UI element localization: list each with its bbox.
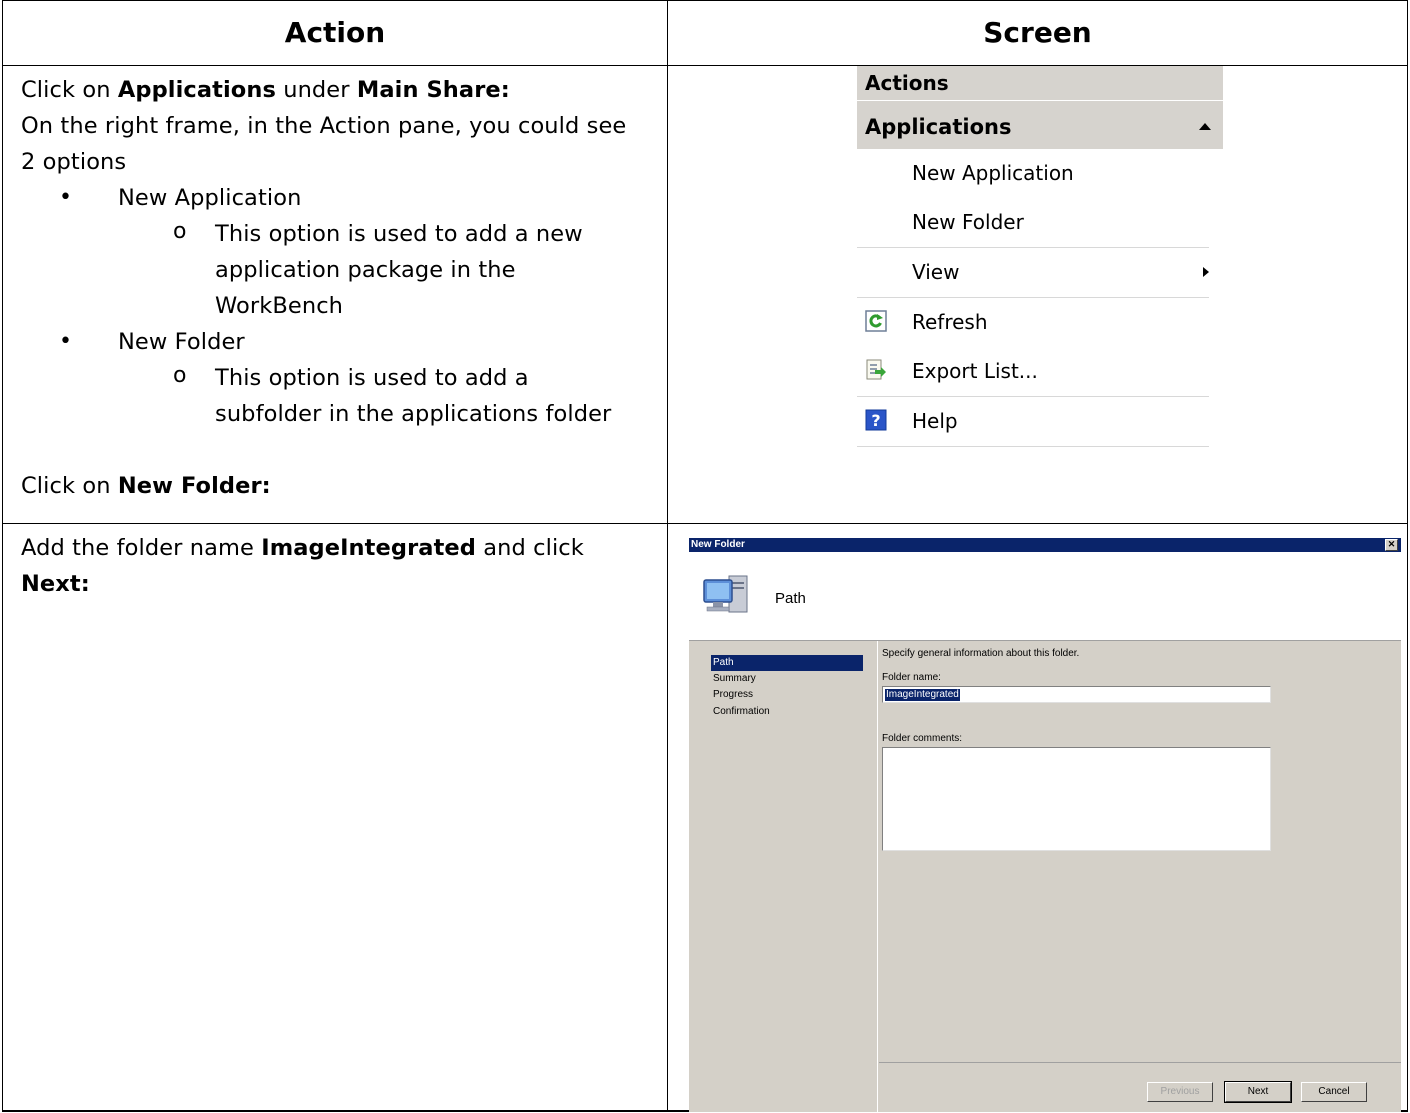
sub-bullet-text: This option is used to add a [215, 365, 529, 391]
action-label: New Folder [912, 210, 1024, 234]
action-label: View [912, 260, 960, 284]
row1-line2: On the right frame, in the Action pane, … [21, 113, 627, 139]
help-icon: ? [865, 409, 887, 431]
row1-action-cell: Click on Applications under Main Share: … [2, 65, 668, 524]
dialog-header: Path [689, 552, 1401, 641]
bullet-text: New Application [118, 185, 302, 211]
header-action: Action [2, 0, 668, 66]
text: and click [476, 535, 584, 561]
header-screen: Screen [667, 0, 1408, 66]
dialog-title: New Folder [691, 539, 745, 550]
bullet-icon: • [59, 329, 73, 354]
wizard-buttons: Previous Next Cancel [879, 1062, 1401, 1112]
action-label: Help [912, 409, 958, 433]
actions-header: Actions [857, 66, 1223, 101]
bullet-new-folder: • New Folder [21, 324, 667, 360]
row1-click-line: Click on New Folder: [21, 468, 667, 504]
row2-action-cell: Add the folder name ImageIntegrated and … [2, 523, 668, 1112]
collapse-arrow-icon[interactable] [1199, 123, 1211, 130]
previous-button[interactable]: Previous [1147, 1082, 1213, 1102]
action-new-application[interactable]: New Application [857, 149, 1209, 198]
bold-main-share: Main Share: [356, 77, 510, 103]
intro-text: Specify general information about this f… [882, 648, 1080, 659]
nav-confirmation[interactable]: Confirmation [713, 704, 770, 720]
bullet-icon: • [59, 185, 73, 210]
submenu-arrow-icon [1203, 267, 1209, 277]
folder-name-value: ImageIntegrated [885, 689, 960, 701]
folder-name-input[interactable]: ImageIntegrated [882, 686, 1271, 703]
cancel-button[interactable]: Cancel [1301, 1082, 1367, 1102]
row2-line2: Next: [21, 566, 667, 602]
nav-path[interactable]: Path [711, 655, 863, 671]
section-label: Applications [865, 115, 1012, 139]
action-label: Export List... [912, 359, 1038, 383]
wizard-nav: Path Summary Progress Confirmation [689, 641, 878, 1112]
action-view[interactable]: View [857, 248, 1209, 298]
folder-name-label: Folder name: [882, 672, 941, 683]
applications-section[interactable]: Applications [857, 101, 1223, 149]
text: Add the folder name [21, 535, 262, 561]
action-label: Refresh [912, 310, 988, 334]
text: Click on [21, 77, 118, 103]
bullet-text: New Folder [118, 329, 245, 355]
text: under [275, 77, 357, 103]
refresh-icon [865, 310, 887, 332]
sub-bullet-1: o This option is used to add a new [21, 216, 667, 252]
bold-next: Next: [21, 571, 90, 597]
sub-bullet-2: o This option is used to add a [21, 360, 667, 396]
row1-screen-cell: Actions Applications New Application New… [667, 65, 1408, 524]
sub-bullet-1-cont: application package in the [215, 257, 516, 283]
sub-bullet-icon: o [173, 363, 187, 388]
sub-bullet-icon: o [173, 219, 187, 244]
sub-bullet-text: This option is used to add a new [215, 221, 583, 247]
action-new-folder[interactable]: New Folder [857, 198, 1209, 248]
close-icon[interactable]: ✕ [1385, 539, 1398, 551]
folder-comments-textarea[interactable] [882, 747, 1271, 851]
action-help[interactable]: ? Help [857, 396, 1209, 447]
text: Click on [21, 473, 118, 499]
export-icon [866, 359, 886, 380]
row2-line1: Add the folder name ImageIntegrated and … [21, 530, 667, 566]
actions-pane: Actions Applications New Application New… [857, 66, 1223, 447]
sub-bullet-1-cont: WorkBench [215, 293, 344, 319]
bold-new-folder: New Folder: [117, 473, 271, 499]
computer-icon [703, 575, 748, 613]
row1-line3: 2 options [21, 149, 127, 175]
nav-progress[interactable]: Progress [713, 687, 753, 703]
nav-summary[interactable]: Summary [713, 671, 756, 687]
row2-screen-cell: New Folder ✕ Path Path Summary Progress … [667, 523, 1408, 1112]
bullet-new-application: • New Application [21, 180, 667, 216]
action-label: New Application [912, 161, 1074, 185]
new-folder-dialog: New Folder ✕ Path Path Summary Progress … [689, 538, 1401, 1112]
instruction-table: Action Screen Click on Applications unde… [2, 0, 1408, 1112]
next-button[interactable]: Next [1224, 1081, 1292, 1103]
svg-text:?: ? [871, 411, 880, 430]
page-title: Path [775, 590, 806, 607]
folder-comments-label: Folder comments: [882, 733, 963, 744]
action-export-list[interactable]: Export List... [857, 347, 1209, 396]
bold-applications: Applications [117, 77, 276, 103]
wizard-content: Specify general information about this f… [879, 641, 1401, 1112]
row1-line1: Click on Applications under Main Share: [21, 72, 667, 108]
action-refresh[interactable]: Refresh [857, 298, 1209, 347]
bold-folder-name: ImageIntegrated [261, 535, 476, 561]
sub-bullet-2-cont: subfolder in the applications folder [215, 401, 612, 427]
dialog-title-bar: New Folder ✕ [689, 538, 1401, 552]
